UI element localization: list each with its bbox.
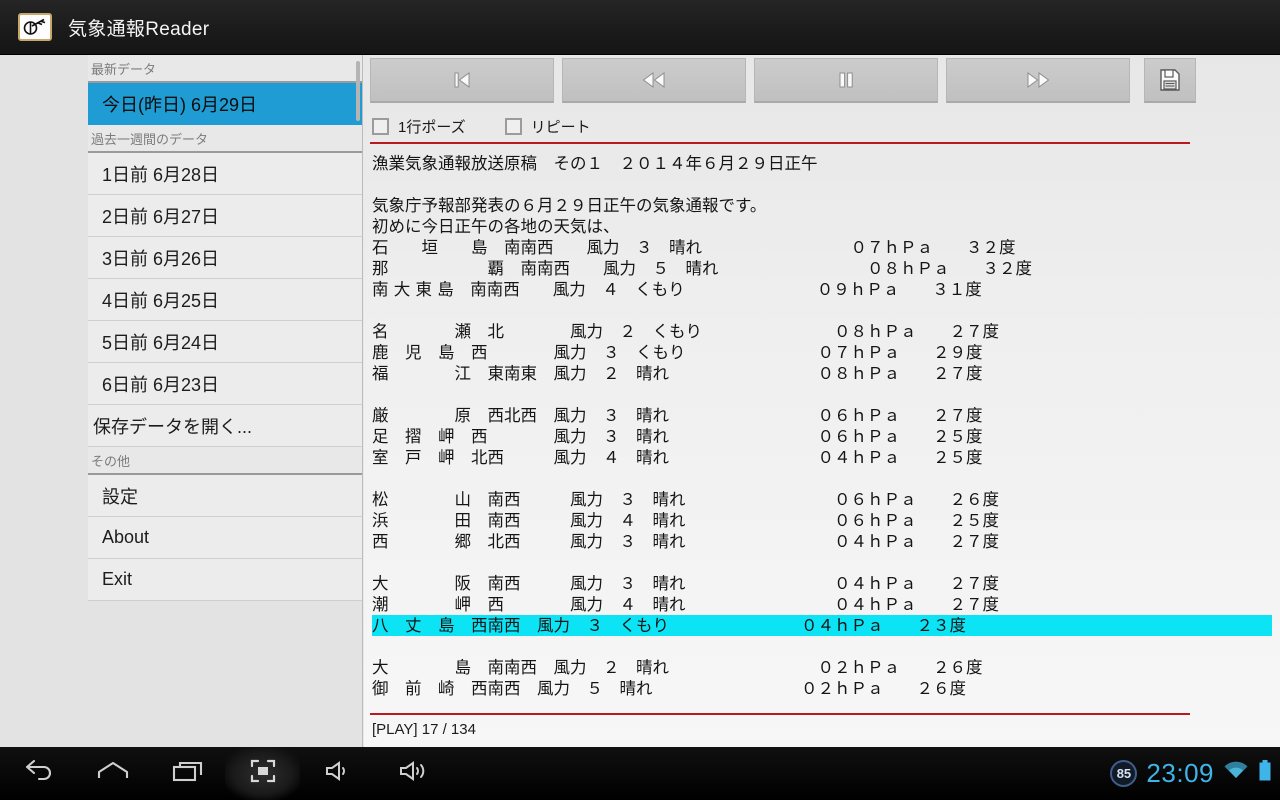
skip-to-start-button[interactable] bbox=[370, 58, 554, 103]
pause-button[interactable] bbox=[754, 58, 938, 103]
rewind-icon bbox=[641, 69, 667, 91]
sidebar-item-label: 2日前 6月27日 bbox=[102, 206, 220, 227]
sidebar-item-settings[interactable]: 設定 bbox=[88, 475, 362, 517]
script-line: 大 阪 南西 風力 ３ 晴れ ０４ｈＰａ ２７度 bbox=[372, 574, 999, 593]
sidebar-item-label: 今日(昨日) 6月29日 bbox=[102, 95, 258, 115]
back-arrow-icon bbox=[22, 759, 54, 788]
volume-down-icon bbox=[323, 759, 353, 788]
script-line: 松 山 南西 風力 ３ 晴れ ０６ｈＰａ ２６度 bbox=[372, 490, 999, 509]
screenshot-icon bbox=[249, 758, 277, 789]
system-navigation-bar: 85 23:09 bbox=[0, 747, 1280, 800]
recent-apps-button[interactable] bbox=[150, 747, 225, 800]
sidebar-item-open-saved-data[interactable]: 保存データを開く... bbox=[88, 405, 362, 447]
recent-apps-icon bbox=[171, 759, 205, 788]
weather-vane-icon bbox=[18, 13, 52, 41]
script-line: 室 戸 岬 北西 風力 ４ 晴れ ０４ｈＰａ ２５度 bbox=[372, 448, 983, 467]
script-line: 漁業気象通報放送原稿 その１ ２０１４年６月２９日正午 bbox=[372, 154, 818, 173]
pause-icon bbox=[836, 69, 856, 91]
back-button[interactable] bbox=[0, 747, 75, 800]
sidebar-item-day1[interactable]: 1日前 6月28日 bbox=[88, 153, 362, 195]
sidebar: 最新データ 今日(昨日) 6月29日 過去一週間のデータ 1日前 6月28日 2… bbox=[0, 55, 363, 747]
broadcast-script-text[interactable]: 漁業気象通報放送原稿 その１ ２０１４年６月２９日正午 気象庁予報部発表の６月２… bbox=[372, 153, 1272, 711]
playback-toolbar bbox=[370, 58, 1274, 108]
playback-status: [PLAY] 17 / 134 bbox=[372, 721, 476, 738]
home-icon bbox=[96, 759, 130, 788]
script-line bbox=[372, 174, 1272, 195]
nav-buttons bbox=[0, 747, 450, 800]
fast-forward-button[interactable] bbox=[946, 58, 1130, 103]
app-title: 気象通報Reader bbox=[68, 18, 210, 40]
sidebar-item-label: 6日前 6月23日 bbox=[102, 374, 220, 395]
sidebar-header-latest: 最新データ bbox=[88, 55, 362, 83]
fast-forward-icon bbox=[1025, 69, 1051, 91]
volume-up-button[interactable] bbox=[375, 747, 450, 800]
script-line bbox=[372, 636, 1272, 657]
script-line bbox=[372, 552, 1272, 573]
battery-full-icon[interactable] bbox=[1258, 760, 1272, 787]
sidebar-item-day6[interactable]: 6日前 6月23日 bbox=[88, 363, 362, 405]
options-row: 1行ポーズ リピート bbox=[372, 111, 1252, 141]
script-line bbox=[372, 300, 1272, 321]
script-line bbox=[372, 384, 1272, 405]
home-button[interactable] bbox=[75, 747, 150, 800]
clock[interactable]: 23:09 bbox=[1146, 758, 1214, 789]
script-line: 石 垣 島 南南西 風力 ３ 晴れ ０７ｈＰａ ３２度 bbox=[372, 238, 1016, 257]
sidebar-item-day2[interactable]: 2日前 6月27日 bbox=[88, 195, 362, 237]
volume-up-icon bbox=[397, 759, 429, 788]
sidebar-item-label: Exit bbox=[102, 569, 133, 589]
script-line: 福 江 東南東 風力 ２ 晴れ ０８ｈＰａ ２７度 bbox=[372, 364, 983, 383]
floppy-disk-icon bbox=[1159, 68, 1181, 92]
script-line: 足 摺 岬 西 風力 ３ 晴れ ０６ｈＰａ ２５度 bbox=[372, 427, 983, 446]
rewind-button[interactable] bbox=[562, 58, 746, 103]
app-root: 気象通報Reader 最新データ 今日(昨日) 6月29日 過去一週間のデータ … bbox=[0, 0, 1280, 800]
script-line: 那 覇 南南西 風力 ５ 晴れ ０８ｈＰａ ３２度 bbox=[372, 259, 1032, 278]
script-line-current: 八 丈 島 西南西 風力 ３ くもり ０４ｈＰａ ２３度 bbox=[372, 615, 1272, 636]
sidebar-item-label: 設定 bbox=[102, 486, 138, 507]
sidebar-item-label: 1日前 6月28日 bbox=[102, 164, 220, 185]
script-line: 大 島 南南西 風力 ２ 晴れ ０２ｈＰａ ２６度 bbox=[372, 658, 983, 677]
script-line: 厳 原 西北西 風力 ３ 晴れ ０６ｈＰａ ２７度 bbox=[372, 406, 983, 425]
sidebar-item-about[interactable]: About bbox=[88, 517, 362, 559]
main-panel: 1行ポーズ リピート 漁業気象通報放送原稿 その１ ２０１４年６月２９日正午 気… bbox=[364, 55, 1280, 747]
save-button[interactable] bbox=[1144, 58, 1196, 103]
sidebar-item-label: About bbox=[102, 527, 150, 547]
sidebar-item-day5[interactable]: 5日前 6月24日 bbox=[88, 321, 362, 363]
script-line: 南 大 東 島 南南西 風力 ４ くもり ０９ｈＰａ ３１度 bbox=[372, 280, 982, 299]
sidebar-item-exit[interactable]: Exit bbox=[88, 559, 362, 601]
sidebar-scrollbar[interactable] bbox=[356, 61, 360, 121]
script-line: 鹿 児 島 西 風力 ３ くもり ０７ｈＰａ ２９度 bbox=[372, 343, 983, 362]
status-indicators: 85 23:09 bbox=[1110, 747, 1272, 800]
script-line: 浜 田 南西 風力 ４ 晴れ ０６ｈＰａ ２５度 bbox=[372, 511, 999, 530]
script-line: 潮 岬 西 風力 ４ 晴れ ０４ｈＰａ ２７度 bbox=[372, 595, 999, 614]
sidebar-item-today[interactable]: 今日(昨日) 6月29日 bbox=[88, 83, 362, 125]
divider-bottom bbox=[370, 713, 1190, 715]
script-line: 名 瀬 北 風力 ２ くもり ０８ｈＰａ ２７度 bbox=[372, 322, 999, 341]
script-line: 西 郷 北西 風力 ３ 晴れ ０４ｈＰａ ２７度 bbox=[372, 532, 999, 551]
script-line bbox=[372, 468, 1272, 489]
script-line: 初めに今日正午の各地の天気は、 bbox=[372, 217, 620, 236]
battery-percent-badge[interactable]: 85 bbox=[1110, 760, 1138, 787]
line-pause-checkbox[interactable] bbox=[372, 117, 389, 135]
sidebar-item-day3[interactable]: 3日前 6月26日 bbox=[88, 237, 362, 279]
sidebar-item-label: 保存データを開く... bbox=[93, 416, 253, 437]
script-line: 御 前 崎 西南西 風力 ５ 晴れ ０２ｈＰａ ２６度 bbox=[372, 679, 966, 698]
volume-down-button[interactable] bbox=[300, 747, 375, 800]
sidebar-item-label: 3日前 6月26日 bbox=[102, 248, 220, 269]
script-line: 気象庁予報部発表の６月２９日正午の気象通報です。 bbox=[372, 196, 767, 215]
sidebar-header-pastweek: 過去一週間のデータ bbox=[88, 125, 362, 153]
repeat-label: リピート bbox=[530, 118, 591, 136]
repeat-checkbox[interactable] bbox=[504, 117, 522, 135]
sidebar-list: 最新データ 今日(昨日) 6月29日 過去一週間のデータ 1日前 6月28日 2… bbox=[88, 55, 362, 601]
screenshot-button[interactable] bbox=[225, 747, 300, 800]
action-bar: 気象通報Reader bbox=[0, 0, 1280, 55]
skip-previous-icon bbox=[451, 69, 473, 91]
wifi-icon[interactable] bbox=[1223, 761, 1249, 786]
divider-top bbox=[370, 142, 1190, 144]
sidebar-header-other: その他 bbox=[88, 447, 362, 475]
sidebar-item-label: 5日前 6月24日 bbox=[102, 332, 220, 353]
sidebar-item-day4[interactable]: 4日前 6月25日 bbox=[88, 279, 362, 321]
line-pause-label: 1行ポーズ bbox=[398, 118, 466, 136]
sidebar-item-label: 4日前 6月25日 bbox=[102, 290, 220, 311]
